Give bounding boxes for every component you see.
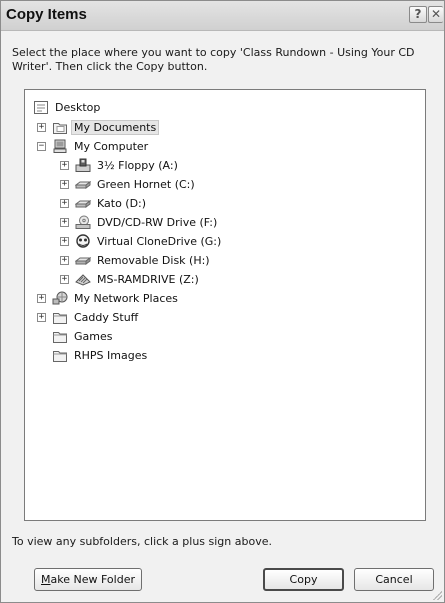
tree-item-label: Games: [74, 329, 113, 343]
subfolder-hint-text: To view any subfolders, click a plus sig…: [12, 535, 272, 548]
instructions-text: Select the place where you want to copy …: [12, 46, 415, 73]
expand-plus-icon[interactable]: +: [60, 217, 69, 227]
tree-item-label: My Network Places: [74, 291, 178, 305]
my-documents-folder-icon: [53, 122, 67, 134]
expand-plus-icon[interactable]: +: [60, 236, 69, 246]
tree-item-desktop[interactable]: Desktop: [33, 98, 102, 116]
resize-grip[interactable]: [432, 590, 442, 600]
tree-item-label: RHPS Images: [74, 348, 148, 362]
tree-item-drive-g[interactable]: + Virtual CloneDrive (G:): [60, 232, 223, 250]
help-button[interactable]: ?: [409, 6, 427, 23]
tree-item-drive-f[interactable]: + DVD/CD-RW Drive (F:): [60, 213, 219, 231]
title-bar[interactable]: Copy Items ? ✕: [1, 1, 444, 31]
desktop-icon: [34, 100, 48, 114]
tree-item-label: Removable Disk (H:): [97, 253, 210, 267]
tree-item-network-places[interactable]: + My Network Places: [37, 289, 180, 307]
folder-icon: [53, 312, 67, 324]
floppy-drive-icon: [75, 158, 91, 172]
tree-item-label: My Documents: [70, 119, 160, 135]
folder-icon: [53, 331, 67, 343]
expand-plus-icon[interactable]: +: [60, 274, 69, 284]
hard-drive-icon: [75, 180, 91, 189]
tree-item-floppy[interactable]: + 3½ Floppy (A:): [60, 156, 180, 174]
tree-item-label: Kato (D:): [97, 196, 147, 210]
my-computer-icon: [53, 139, 67, 153]
tree-item-games[interactable]: Games: [52, 327, 114, 345]
cancel-button[interactable]: Cancel: [354, 568, 434, 591]
expand-plus-icon[interactable]: +: [60, 255, 69, 265]
expand-plus-icon[interactable]: +: [60, 160, 69, 170]
copy-button[interactable]: Copy: [263, 568, 344, 591]
tree-item-label: Caddy Stuff: [74, 310, 139, 324]
virtual-drive-icon: [76, 233, 90, 248]
tree-item-drive-d[interactable]: + Kato (D:): [60, 194, 148, 212]
tree-item-drive-c[interactable]: + Green Hornet (C:): [60, 175, 197, 193]
make-new-folder-accesskey: M: [41, 573, 51, 586]
tree-item-label: 3½ Floppy (A:): [97, 158, 178, 172]
expand-plus-icon[interactable]: +: [37, 312, 46, 322]
tree-item-my-computer[interactable]: − My Computer: [37, 137, 150, 155]
tree-item-label: My Computer: [74, 139, 149, 153]
make-new-folder-label: ake New Folder: [50, 573, 135, 586]
network-places-icon: [52, 291, 68, 304]
tree-item-label: Desktop: [55, 100, 101, 114]
tree-item-label: Virtual CloneDrive (G:): [97, 234, 222, 248]
make-new-folder-button[interactable]: Make New Folder: [34, 568, 142, 591]
expand-plus-icon[interactable]: +: [37, 122, 46, 132]
tree-item-caddy-stuff[interactable]: + Caddy Stuff: [37, 308, 140, 326]
folder-tree[interactable]: Desktop + My Documents − My Computer + 3…: [24, 89, 426, 521]
expand-plus-icon[interactable]: +: [37, 293, 46, 303]
tree-item-my-documents[interactable]: + My Documents: [37, 118, 160, 136]
tree-item-drive-h[interactable]: + Removable Disk (H:): [60, 251, 212, 269]
expand-plus-icon[interactable]: +: [60, 198, 69, 208]
hard-drive-icon: [75, 199, 91, 208]
expand-plus-icon[interactable]: +: [60, 179, 69, 189]
tree-item-label: DVD/CD-RW Drive (F:): [97, 215, 218, 229]
dialog-title: Copy Items: [6, 6, 87, 23]
folder-icon: [53, 350, 67, 362]
cd-drive-icon: [75, 215, 91, 229]
tree-item-label: MS-RAMDRIVE (Z:): [97, 272, 199, 286]
tree-item-label: Green Hornet (C:): [97, 177, 195, 191]
copy-items-dialog: Copy Items ? ✕ Select the place where yo…: [0, 0, 445, 603]
collapse-minus-icon[interactable]: −: [37, 141, 46, 151]
close-button[interactable]: ✕: [428, 6, 443, 23]
ram-drive-icon: [75, 273, 91, 286]
tree-item-rhps-images[interactable]: RHPS Images: [52, 346, 149, 364]
removable-disk-icon: [75, 256, 91, 265]
tree-item-drive-z[interactable]: + MS-RAMDRIVE (Z:): [60, 270, 201, 288]
